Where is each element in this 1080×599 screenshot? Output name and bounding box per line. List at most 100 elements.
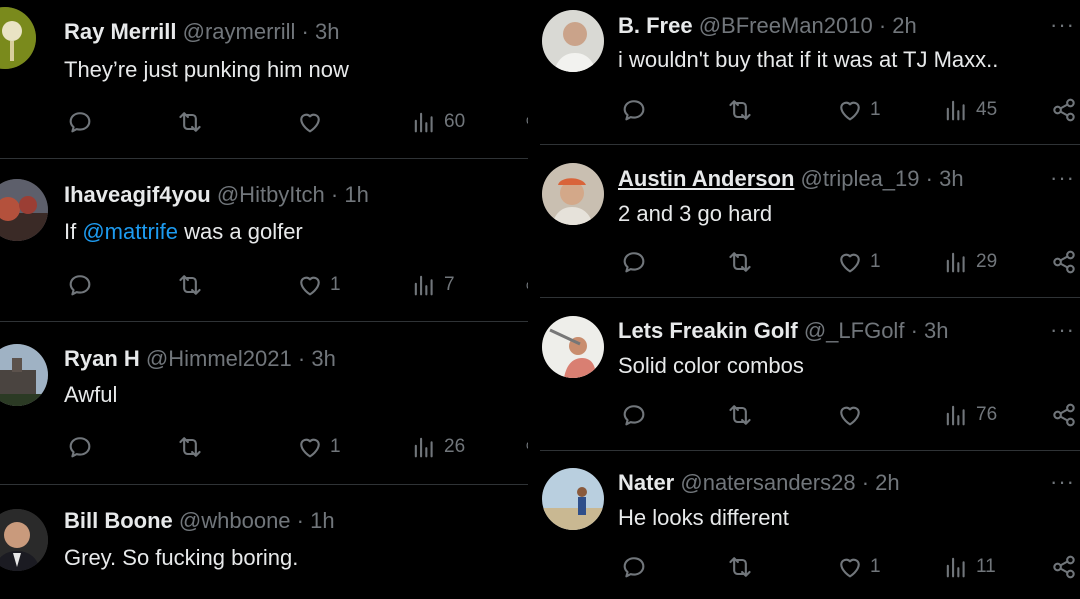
repost-button[interactable] [176,108,210,136]
timestamp[interactable]: 1h [344,182,368,207]
like-button[interactable]: 1 [836,553,881,581]
views-button[interactable]: 7 [410,271,455,299]
more-options-button[interactable]: ··· [1050,165,1075,191]
reply-icon [66,271,94,299]
more-options-button[interactable]: ··· [1050,12,1075,38]
user-handle[interactable]: @BFreeMan2010 [699,13,873,38]
avatar[interactable] [542,468,604,530]
views-icon [410,271,438,299]
repost-button[interactable] [726,96,760,124]
timestamp[interactable]: 1h [310,508,334,533]
avatar[interactable] [0,509,48,571]
reply-post[interactable]: Ihaveagif4you @HitbyItch · 1h If @mattri… [0,159,528,321]
user-handle[interactable]: @whboone [179,508,291,533]
repost-icon [726,96,754,124]
share-button[interactable] [1050,401,1078,429]
repost-button[interactable] [726,248,760,276]
views-button[interactable]: 26 [410,433,465,461]
repost-button[interactable] [176,271,210,299]
reply-button[interactable] [66,271,100,299]
repost-button[interactable] [726,401,760,429]
reply-post[interactable]: Nater @natersanders28 · 2h ··· He looks … [540,451,1080,599]
repost-icon [176,433,204,461]
user-handle[interactable]: @triplea_19 [801,166,920,191]
repost-button[interactable] [726,553,760,581]
share-icon [1050,248,1078,276]
user-handle[interactable]: @HitbyItch [217,182,325,207]
post-header: B. Free @BFreeMan2010 · 2h [618,13,917,39]
reply-button[interactable] [620,248,654,276]
mention-link[interactable]: @mattrife [82,219,178,244]
post-text-start: If [64,219,83,244]
share-button[interactable] [1050,96,1078,124]
views-button[interactable]: 60 [410,108,465,136]
timestamp[interactable]: 3h [924,318,948,343]
repost-icon [726,248,754,276]
separator: · [910,318,918,343]
share-button[interactable] [1050,553,1078,581]
more-options-button[interactable]: ··· [1050,469,1075,495]
user-handle[interactable]: @Himmel2021 [146,346,292,371]
timestamp[interactable]: 3h [311,346,335,371]
post-header: Austin Anderson @triplea_19 · 3h [618,166,964,192]
display-name[interactable]: Austin Anderson [618,166,794,191]
avatar[interactable] [542,316,604,378]
reply-button[interactable] [620,401,654,429]
like-button[interactable]: 1 [836,248,881,276]
display-name[interactable]: B. Free [618,13,693,38]
avatar[interactable] [0,344,48,406]
post-text-end: was a golfer [178,219,303,244]
timestamp[interactable]: 2h [892,13,916,38]
like-count: 1 [870,556,881,577]
reply-post[interactable]: B. Free @BFreeMan2010 · 2h ··· i wouldn'… [540,0,1080,144]
views-button[interactable]: 45 [942,96,997,124]
display-name[interactable]: Bill Boone [64,508,173,533]
like-icon [836,96,864,124]
reply-post[interactable]: Lets Freakin Golf @_LFGolf · 3h ··· Soli… [540,298,1080,450]
avatar[interactable] [542,163,604,225]
display-name[interactable]: Ihaveagif4you [64,182,211,207]
display-name[interactable]: Ryan H [64,346,140,371]
views-icon [942,96,970,124]
post-text: 2 and 3 go hard [618,201,773,226]
reply-post[interactable]: Ryan H @Himmel2021 · 3h Awful 1 26 [0,322,528,484]
avatar[interactable] [542,10,604,72]
user-handle[interactable]: @raymerrill [183,19,296,44]
user-handle[interactable]: @natersanders28 [680,470,855,495]
reply-post[interactable]: Austin Anderson @triplea_19 · 3h ··· 2 a… [540,145,1080,297]
reply-post[interactable]: Ray Merrill @raymerrill · 3h They’re jus… [0,0,528,158]
more-options-button[interactable]: ··· [1050,317,1075,343]
timestamp[interactable]: 3h [315,19,339,44]
views-button[interactable]: 29 [942,248,997,276]
reply-button[interactable] [66,433,100,461]
like-button[interactable]: 1 [296,433,341,461]
repost-button[interactable] [176,433,210,461]
like-button[interactable] [296,108,330,136]
reply-post[interactable]: Bill Boone @whboone · 1h Grey. So fuckin… [0,485,528,599]
view-count: 26 [444,436,466,457]
like-count: 1 [330,436,341,457]
display-name[interactable]: Nater [618,470,674,495]
reply-button[interactable] [620,96,654,124]
avatar[interactable] [0,179,48,241]
like-button[interactable] [836,401,870,429]
display-name[interactable]: Ray Merrill [64,19,177,44]
timestamp[interactable]: 3h [939,166,963,191]
avatar[interactable] [0,7,36,69]
display-name[interactable]: Lets Freakin Golf [618,318,798,343]
reply-button[interactable] [66,108,100,136]
views-icon [410,433,438,461]
post-header: Ray Merrill @raymerrill · 3h [64,19,339,45]
like-count: 1 [870,251,881,272]
user-handle[interactable]: @_LFGolf [804,318,905,343]
reply-icon [620,248,648,276]
post-text: Grey. So fucking boring. [64,545,299,570]
timestamp[interactable]: 2h [875,470,899,495]
views-icon [942,248,970,276]
like-button[interactable]: 1 [836,96,881,124]
share-button[interactable] [1050,248,1078,276]
reply-button[interactable] [620,553,654,581]
views-button[interactable]: 76 [942,401,997,429]
views-button[interactable]: 11 [942,553,996,581]
like-button[interactable]: 1 [296,271,341,299]
